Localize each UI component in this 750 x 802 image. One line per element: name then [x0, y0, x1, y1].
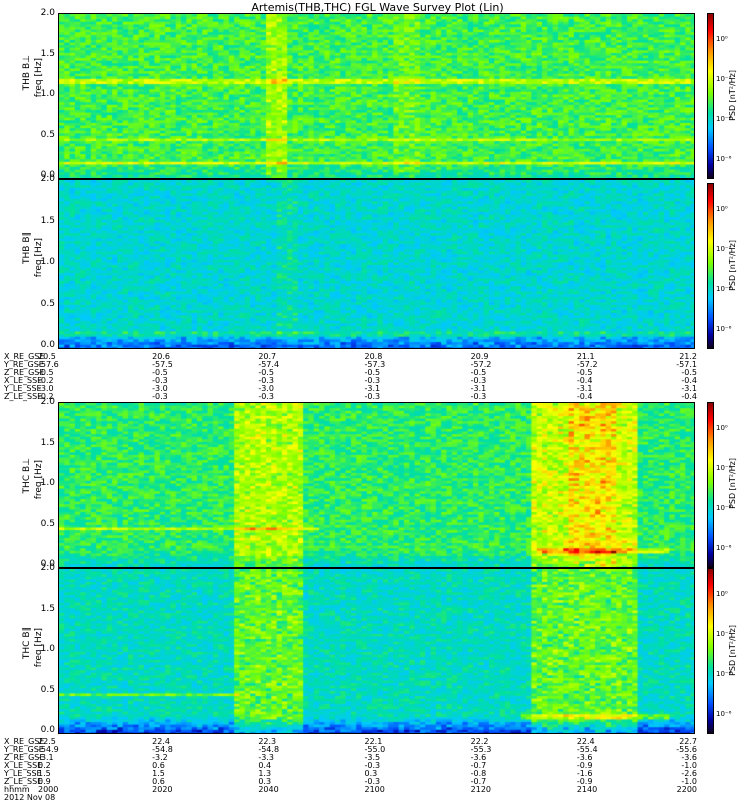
thb-bperp-spectrogram [58, 13, 695, 179]
colorbar-tick-label: 10⁰ [716, 35, 728, 43]
axis-value: 2100 [364, 785, 385, 794]
thb-bperp-colorbar [707, 13, 714, 179]
axis-value: 2120 [470, 785, 492, 794]
ytick-label: 0.5 [40, 518, 55, 529]
axis-value: -0.4 [576, 392, 593, 401]
ytick-label: 2.0 [40, 174, 55, 184]
thb-bpar-spectrogram [58, 179, 695, 349]
ytick-label: 0.0 [40, 725, 55, 735]
colorbar-tick-label: 10⁰ [716, 424, 728, 432]
axis-value: 2000 [38, 785, 59, 794]
colorbar-tick-label: 10⁻⁶ [716, 155, 732, 163]
axis-value: 2020 [152, 785, 173, 794]
axis-value: -0.3 [364, 392, 381, 401]
ytick-label: 1.5 [40, 603, 55, 614]
ytick-label: 0.5 [40, 298, 55, 309]
colorbar-tick-label: 10⁻² [716, 75, 732, 83]
axis-value: 2040 [258, 785, 279, 794]
colorbar-tick-label: 10⁰ [716, 205, 728, 213]
ytick-label: 2.0 [40, 8, 55, 18]
colorbar-tick-label: 10⁻⁶ [716, 710, 732, 718]
colorbar-tick-label: 10⁻² [716, 630, 732, 638]
colorbar-tick-label: 10⁻⁴ [716, 504, 732, 512]
axis-value: -0.2 [38, 392, 54, 401]
axis-value: 2140 [576, 785, 598, 794]
colorbar-tick-label: 10⁻⁴ [716, 285, 732, 293]
colorbar-tick-label: 10⁻⁴ [716, 115, 732, 123]
axis-value: -0.3 [152, 392, 168, 401]
ytick-label: 1.5 [40, 215, 55, 226]
colorbar-tick-label: 10⁻² [716, 245, 732, 253]
ytick-label: 2.0 [40, 563, 55, 573]
ytick-label: 1.5 [40, 437, 55, 448]
axis-value: -0.3 [470, 392, 487, 401]
thc-bperp-spectrogram [58, 402, 695, 568]
colorbar-tick-label: 10⁻⁴ [716, 670, 732, 678]
thc-bpar-colorbar [707, 568, 714, 734]
axis-row-label: Z_LE_SSE [4, 392, 43, 401]
axis-value: 2200 [676, 785, 697, 794]
ytick-label: 0.5 [40, 129, 55, 140]
ytick-label: 1.0 [40, 89, 55, 99]
ytick-label: 0.0 [40, 340, 55, 350]
ytick-label: 0.5 [40, 684, 55, 695]
thc-bperp-ylabel: THC B⊥ [22, 458, 32, 494]
thc-bpar-spectrogram [58, 568, 695, 734]
colorbar-tick-label: 10⁰ [716, 590, 728, 598]
axis-value: -0.3 [258, 392, 274, 401]
axis-value: -0.4 [681, 392, 697, 401]
thb-bpar-colorbar [707, 183, 714, 349]
colorbar-tick-label: 10⁻² [716, 464, 732, 472]
ytick-label: 1.0 [40, 644, 55, 654]
colorbar-tick-label: 10⁻⁶ [716, 544, 732, 552]
thb-bperp-ylabel: THB B⊥ [22, 55, 32, 91]
axis-row-label: 2012 Nov 08 [4, 793, 56, 802]
colorbar-tick-label: 10⁻⁶ [716, 325, 732, 333]
ytick-label: 1.0 [40, 257, 55, 267]
ytick-label: 1.0 [40, 478, 55, 488]
thc-bperp-colorbar [707, 402, 714, 568]
ytick-label: 1.5 [40, 48, 55, 59]
